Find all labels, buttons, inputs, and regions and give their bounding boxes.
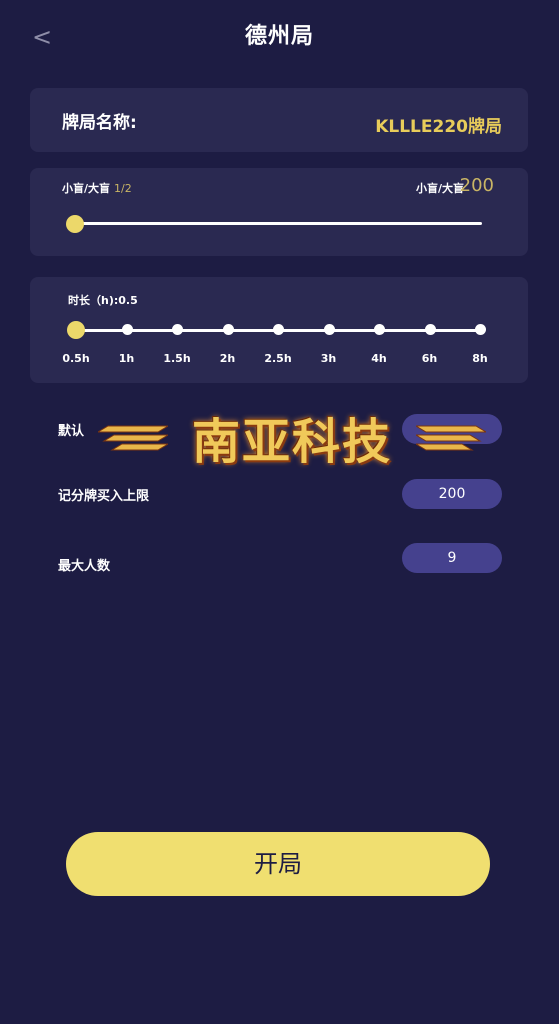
blinds-max-label: 小盲/大盲: [415, 182, 464, 195]
duration-tick-dot[interactable]: [121, 324, 133, 335]
game-name-label: 牌局名称:: [62, 113, 137, 133]
duration-tick-dot[interactable]: [172, 324, 183, 335]
game-name-value[interactable]: KLLLE220牌局: [375, 112, 502, 137]
blinds-label-text: 小盲/大盲: [62, 182, 111, 195]
duration-tick-dot[interactable]: [273, 324, 284, 335]
duration-tick-dot[interactable]: [374, 324, 385, 335]
duration-tick-label[interactable]: 4h: [359, 352, 399, 365]
duration-tick-label[interactable]: 2h: [208, 352, 248, 365]
right-wing-icon: [416, 425, 486, 451]
duration-tick-label[interactable]: 1h: [107, 352, 147, 365]
duration-tick-dot[interactable]: [323, 324, 335, 335]
buyin-limit-label: 记分牌买入上限: [58, 489, 150, 504]
max-players-value[interactable]: 9: [402, 543, 502, 573]
duration-tick-label[interactable]: 0.5h: [56, 352, 96, 365]
left-wing-icon: [98, 425, 168, 451]
blinds-label: 小盲/大盲 1/2: [62, 180, 132, 196]
start-game-button[interactable]: 开局: [66, 832, 490, 896]
max-players-label: 最大人数: [58, 559, 111, 574]
duration-tick-label[interactable]: 2.5h: [258, 352, 298, 365]
duration-card: 时长（h):0.5 0.5h 1h 1.5h 2h 2.5h 3h 4h 6h 8h: [30, 277, 528, 383]
max-players-row: 最大人数 9: [58, 543, 502, 574]
page-title: 德州局: [244, 24, 314, 49]
default-setting-label: 默认: [58, 424, 85, 439]
duration-label: 时长（h):0.5: [68, 294, 138, 307]
watermark-logo: 南亚科技: [98, 402, 486, 470]
blinds-card: 小盲/大盲 1/2 小盲/大盲 200: [30, 168, 528, 256]
duration-tick-dot[interactable]: [424, 324, 436, 335]
blinds-max-value: 200: [459, 175, 494, 196]
buyin-limit-row: 记分牌买入上限 200: [58, 479, 502, 509]
duration-tick-label[interactable]: 3h: [309, 352, 349, 365]
buyin-limit-value[interactable]: 200: [402, 479, 502, 509]
duration-tick-dot[interactable]: [222, 324, 234, 335]
duration-tick-dot[interactable]: [475, 324, 486, 335]
duration-slider-thumb[interactable]: [67, 321, 85, 339]
watermark-text: 南亚科技: [191, 414, 392, 470]
duration-tick-label[interactable]: 8h: [460, 352, 500, 365]
game-name-card: 牌局名称: KLLLE220牌局: [30, 88, 528, 152]
duration-tick-label[interactable]: 1.5h: [157, 352, 197, 365]
blinds-current-value: 1/2: [114, 182, 132, 195]
blinds-slider-thumb[interactable]: [66, 215, 84, 233]
header-bar: < 德州局: [0, 0, 559, 72]
duration-tick-label[interactable]: 6h: [410, 352, 450, 365]
blinds-slider-track[interactable]: [74, 222, 482, 225]
